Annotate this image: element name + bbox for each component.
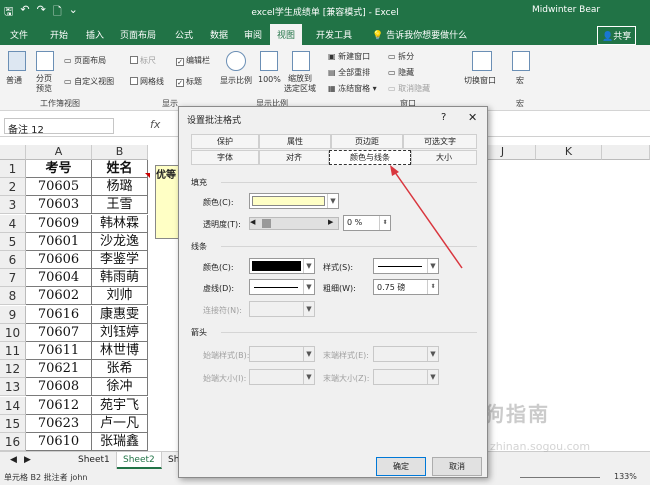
annotation-arrow-line [391, 167, 463, 269]
annotation-arrow-head [390, 165, 399, 176]
annotation-arrow [390, 165, 463, 269]
